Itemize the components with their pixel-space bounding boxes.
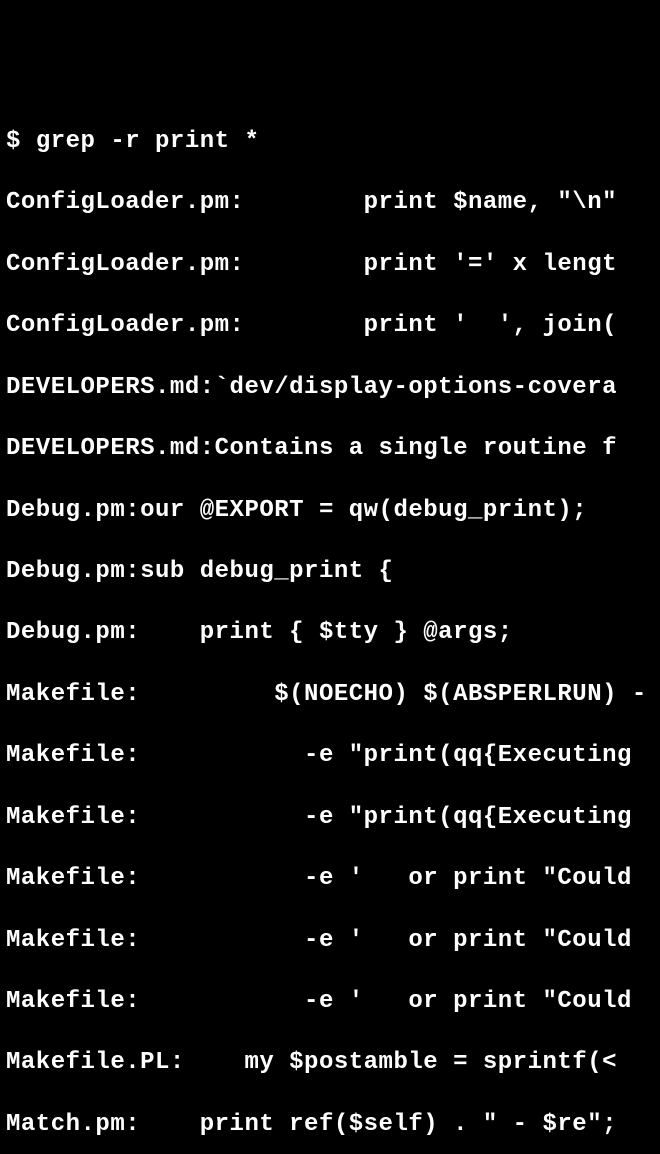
output-line: ConfigLoader.pm: print $name, "\n" (6, 188, 654, 219)
command-line[interactable]: $ grep -r print * (6, 127, 654, 158)
output-line: ConfigLoader.pm: print '=' x lengt (6, 250, 654, 281)
output-line: Makefile: -e "print(qq{Executing (6, 741, 654, 772)
output-line: Makefile: -e ' or print "Could (6, 864, 654, 895)
command-text: grep -r print * (36, 128, 260, 155)
output-line: DEVELOPERS.md:`dev/display-options-cover… (6, 373, 654, 404)
output-line: Makefile: -e ' or print "Could (6, 926, 654, 957)
output-line: Makefile.PL: my $postamble = sprintf(< (6, 1048, 654, 1079)
shell-prompt: $ (6, 128, 36, 155)
output-line: Match.pm: print ref($self) . " - $re"; (6, 1110, 654, 1141)
output-line: DEVELOPERS.md:Contains a single routine … (6, 434, 654, 465)
output-line: Makefile: $(NOECHO) $(ABSPERLRUN) - (6, 680, 654, 711)
output-line: ConfigLoader.pm: print ' ', join( (6, 311, 654, 342)
output-line: Debug.pm:sub debug_print { (6, 557, 654, 588)
output-line: Makefile: -e ' or print "Could (6, 987, 654, 1018)
output-line: Debug.pm: print { $tty } @args; (6, 618, 654, 649)
output-line: Debug.pm:our @EXPORT = qw(debug_print); (6, 496, 654, 527)
output-line: Makefile: -e "print(qq{Executing (6, 803, 654, 834)
